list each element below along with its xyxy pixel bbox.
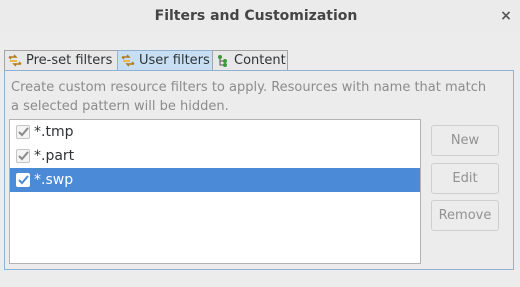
filter-list[interactable]: *.tmp *.part *.swp bbox=[9, 119, 421, 264]
filter-checkbox[interactable] bbox=[16, 125, 30, 139]
filters-description: Create custom resource filters to apply.… bbox=[11, 80, 487, 114]
list-item[interactable]: *.tmp bbox=[10, 120, 420, 144]
new-button[interactable]: New bbox=[431, 125, 499, 156]
checkmark-icon bbox=[18, 175, 29, 185]
filter-pattern: *.tmp bbox=[34, 124, 74, 140]
checkmark-icon bbox=[18, 127, 29, 137]
filter-pattern: *.swp bbox=[34, 172, 74, 188]
window-title: Filters and Customization bbox=[154, 8, 358, 24]
close-icon: × bbox=[500, 8, 512, 24]
tab-user-filters[interactable]: User filters bbox=[117, 50, 213, 71]
tab-content[interactable]: Content bbox=[212, 50, 288, 71]
tab-label: Pre-set filters bbox=[26, 53, 113, 68]
tab-label: Content bbox=[234, 53, 286, 68]
edit-button[interactable]: Edit bbox=[431, 163, 499, 194]
close-button[interactable]: × bbox=[496, 6, 516, 26]
checkmark-icon bbox=[18, 151, 29, 161]
tab-pre-set-filters[interactable]: Pre-set filters bbox=[4, 50, 118, 71]
filter-pattern: *.part bbox=[34, 148, 75, 164]
filter-checkbox[interactable] bbox=[16, 173, 30, 187]
tab-label: User filters bbox=[139, 53, 210, 68]
list-item[interactable]: *.part bbox=[10, 144, 420, 168]
title-bar: Filters and Customization × bbox=[0, 0, 520, 33]
filter-icon bbox=[8, 54, 22, 67]
filter-icon bbox=[121, 54, 135, 67]
list-item[interactable]: *.swp bbox=[10, 168, 420, 192]
filter-checkbox[interactable] bbox=[16, 149, 30, 163]
content-tree-icon bbox=[218, 55, 227, 67]
remove-button[interactable]: Remove bbox=[431, 200, 499, 231]
